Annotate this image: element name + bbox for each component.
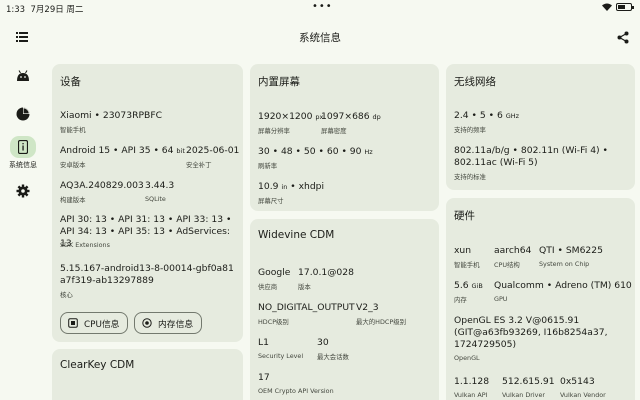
screen-size: 10.9 in • xhdpi	[258, 181, 325, 192]
status-dots: •••	[312, 1, 333, 12]
gpu-name-label: GPU	[494, 295, 508, 303]
cdm-version: 17.0.1@028	[298, 267, 354, 278]
status-time: 1:33 7月29日 周二	[6, 5, 84, 15]
device-card: 设备 Xiaomi • 23073RPBFC 智能手机 Android 15 •…	[52, 64, 243, 342]
rail-item-chart[interactable]	[6, 104, 40, 124]
cpu-info-label: CPU信息	[84, 319, 120, 330]
share-icon[interactable]	[617, 31, 629, 44]
device-model: Xiaomi • 23073RPBFC	[60, 110, 163, 121]
page-title: 系统信息	[299, 32, 341, 44]
vulkan-vendor: 0x5143	[560, 376, 595, 387]
cpu-architecture-label: CPU结构	[494, 261, 520, 269]
kernel-version-label: 核心	[60, 291, 73, 299]
vulkan-driver: 512.615.91	[502, 376, 555, 387]
vulkan-api: 1.1.128	[454, 376, 490, 387]
memory-size: 5.6 GiB	[454, 280, 483, 291]
memory-info-button[interactable]: 内存信息	[134, 312, 203, 334]
rail-item-label: 系统信息	[9, 161, 37, 169]
memory-size-label: 内存	[454, 296, 467, 304]
oem-crypto-version-label: OEM Crypto API Version	[258, 387, 334, 395]
opengl-version: OpenGL ES 3.2 V@0615.91 (GIT@a63fb93269,…	[454, 315, 608, 350]
screen-size-label: 屏幕尺寸	[258, 197, 284, 205]
max-sessions-label: 最大会话数	[317, 353, 349, 361]
vulkan-api-label: Vulkan API	[454, 391, 488, 399]
security-level: L1	[258, 337, 269, 348]
android-version-label: 安卓版本	[60, 161, 86, 169]
system-on-chip-label: System on Chip	[539, 260, 590, 268]
wifi-card: 无线网络 2.4 • 5 • 6 GHz 支持的频率 802.11a/b/g •…	[446, 64, 635, 190]
cdm-version-label: 版本	[298, 283, 311, 291]
wifi-frequencies-label: 支持的频率	[454, 126, 486, 134]
cpu-architecture: aarch64	[494, 245, 532, 256]
max-hdcp-level: V2_3	[356, 302, 379, 313]
status-icons	[602, 3, 634, 11]
wifi-standards: 802.11a/b/g • 802.11n (Wi-Fi 4) • 802.11…	[454, 145, 608, 168]
screen-resolution: 1920×1200 px	[258, 111, 324, 122]
refresh-rate-label: 刷新率	[258, 162, 278, 170]
card-title: 内置屏幕	[258, 76, 300, 88]
android-icon	[13, 66, 33, 86]
security-patch: 2025-06-01	[186, 145, 240, 156]
cpu-info-button[interactable]: CPU信息	[60, 312, 129, 334]
screen-resolution-label: 屏幕分辨率	[258, 127, 290, 135]
gpu-name: Qualcomm • Adreno (TM) 610	[494, 280, 632, 291]
card-title: ClearKey CDM	[60, 359, 135, 371]
device-brand-label: 智能手机	[454, 261, 480, 269]
max-sessions: 30	[317, 337, 329, 348]
card-title: Widevine CDM	[258, 229, 335, 241]
device-model-label: 智能手机	[60, 126, 86, 134]
hdcp-level: NO_DIGITAL_OUTPUT	[258, 302, 355, 313]
screen-density: 1097×686 dp	[321, 111, 381, 122]
gear-icon	[13, 181, 33, 201]
status-bar: 1:33 7月29日 周二 •••	[0, 0, 640, 16]
screen-density-label: 屏幕密度	[321, 127, 347, 135]
security-patch-label: 安全补丁	[186, 161, 212, 169]
wifi-frequencies: 2.4 • 5 • 6 GHz	[454, 110, 520, 121]
clearkey-card: ClearKey CDM	[52, 349, 243, 400]
cdm-vendor-label: 供应商	[258, 283, 278, 291]
device-brand: xun	[454, 245, 472, 256]
opengl-version-label: OpenGL	[454, 354, 480, 362]
wifi-standards-label: 支持的标准	[454, 173, 486, 181]
security-level-label: Security Level	[258, 352, 304, 360]
vulkan-driver-label: Vulkan Driver	[502, 391, 546, 399]
card-title: 无线网络	[454, 76, 496, 88]
oem-crypto-version: 17	[258, 372, 270, 383]
max-hdcp-level-label: 最大的HDCP级别	[356, 318, 406, 326]
sdk-extensions-label: SDK Extensions	[60, 241, 110, 249]
refresh-rate: 30 • 48 • 50 • 60 • 90 Hz	[258, 146, 373, 157]
pie-chart-icon	[13, 104, 33, 124]
widevine-card: Widevine CDM Google 供应商 17.0.1@028 版本 NO…	[250, 219, 439, 400]
hardware-card: 硬件 xun 智能手机 aarch64 CPU结构 QTI • SM6225 S…	[446, 198, 635, 400]
kernel-version: 5.15.167-android13-8-00014-gbf0a81a7f319…	[60, 263, 234, 286]
build-version: AQ3A.240829.003	[60, 180, 144, 191]
card-title: 硬件	[454, 210, 475, 222]
cdm-vendor: Google	[258, 267, 291, 278]
info-icon	[10, 136, 36, 158]
sqlite-version: 3.44.3	[145, 180, 175, 191]
rail-item-android[interactable]	[6, 66, 40, 86]
system-on-chip: QTI • SM6225	[539, 245, 603, 256]
android-version: Android 15 • API 35 • 64 bit	[60, 145, 185, 156]
sqlite-version-label: SQLite	[145, 195, 166, 203]
cpu-icon	[68, 318, 78, 328]
build-version-label: 构建版本	[60, 196, 86, 204]
rail-item-settings[interactable]	[6, 181, 40, 201]
battery-icon	[616, 3, 634, 11]
hdcp-level-label: HDCP级别	[258, 318, 289, 326]
vulkan-vendor-label: Vulkan Vendor	[560, 391, 606, 399]
memory-info-label: 内存信息	[158, 319, 194, 330]
rail-item-system-info[interactable]: 系统信息	[6, 136, 40, 170]
wifi-icon	[602, 3, 612, 11]
memory-icon	[142, 318, 152, 328]
card-title: 设备	[60, 76, 81, 88]
display-card: 内置屏幕 1920×1200 px 屏幕分辨率 1097×686 dp 屏幕密度…	[250, 64, 439, 211]
